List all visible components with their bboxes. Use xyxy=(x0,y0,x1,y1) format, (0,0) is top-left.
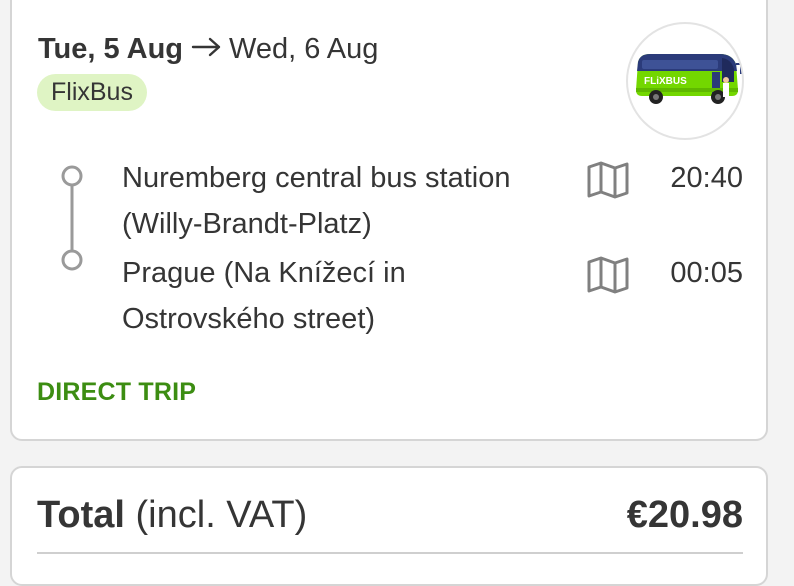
origin-stop-dot xyxy=(61,165,83,187)
destination-stop-name: Prague (Na Knížecí in Ostrovského street… xyxy=(122,257,406,335)
svg-text:FLiXBUS: FLiXBUS xyxy=(644,76,687,87)
destination-stop-dot xyxy=(61,249,83,271)
trip-dates: Tue, 5 Aug Wed, 6 Aug xyxy=(38,32,378,67)
operator-badge: FlixBus xyxy=(37,74,147,111)
trip-card: Tue, 5 Aug Wed, 6 Aug FlixBus FLiXBUS Nu… xyxy=(10,0,768,441)
route-timeline xyxy=(60,164,84,274)
map-icon[interactable] xyxy=(586,160,630,200)
trip-type-label: DIRECT TRIP xyxy=(37,378,197,406)
total-card: Total (incl. VAT) €20.98 xyxy=(10,466,768,586)
arrival-time: 00:05 xyxy=(670,257,743,289)
map-icon[interactable] xyxy=(586,255,630,295)
total-price: €20.98 xyxy=(626,494,743,536)
total-vat-note: (incl. VAT) xyxy=(135,494,308,536)
arrival-date: Wed, 6 Aug xyxy=(229,33,379,65)
origin-stop-name: Nuremberg central bus station (Willy-Bra… xyxy=(122,162,511,240)
arrow-right-icon xyxy=(191,31,223,65)
total-label: Total (incl. VAT) xyxy=(37,492,307,538)
bus-icon: FLiXBUS xyxy=(636,54,742,104)
departure-time: 20:40 xyxy=(670,162,743,194)
total-title: Total xyxy=(37,494,125,536)
divider xyxy=(37,552,743,554)
departure-date: Tue, 5 Aug xyxy=(38,33,183,65)
bus-logo: FLiXBUS xyxy=(626,22,744,140)
